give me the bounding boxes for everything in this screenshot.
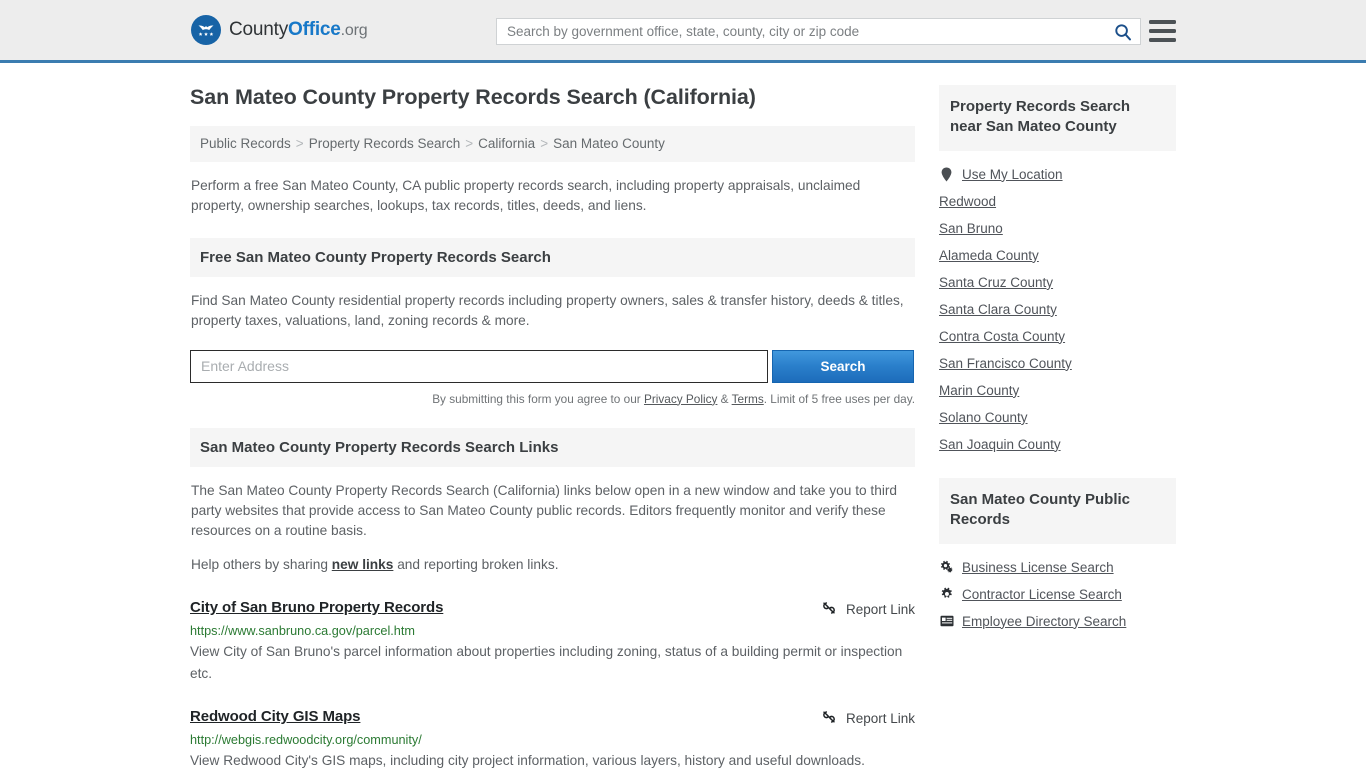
- breadcrumb-separator: >: [540, 136, 549, 151]
- address-input[interactable]: [190, 349, 768, 383]
- new-links-link[interactable]: new links: [332, 557, 394, 572]
- link-result-url[interactable]: http://webgis.redwoodcity.org/community/: [190, 733, 915, 747]
- disclaimer-amp: &: [717, 391, 732, 406]
- sidebar-item-marin-county[interactable]: Marin County: [939, 371, 1176, 398]
- hamburger-bar: [1149, 29, 1176, 33]
- report-link-button[interactable]: Report Link: [821, 599, 915, 619]
- site-logo[interactable]: CountyOffice.org: [191, 15, 368, 45]
- address-search-form: Search: [190, 349, 915, 383]
- cogs-icon: [939, 560, 954, 574]
- link-result-item: City of San Bruno Property Records Repor…: [190, 599, 915, 685]
- link-result-title[interactable]: Redwood City GIS Maps: [190, 708, 361, 725]
- help-others-text: Help others by sharing new links and rep…: [190, 555, 915, 575]
- sidebar-item-use-my-location[interactable]: Use My Location: [939, 151, 1176, 182]
- map-pin-icon: [939, 167, 954, 182]
- sidebar-link-label[interactable]: Santa Clara County: [939, 302, 1057, 317]
- sidebar-item-contractor-license-search[interactable]: Contractor License Search: [939, 575, 1176, 602]
- sidebar-public-records-list: Business License Search Contractor Licen…: [939, 544, 1176, 629]
- site-logo-text: CountyOffice.org: [229, 19, 368, 41]
- page-body: San Mateo County Property Records Search…: [0, 63, 1366, 768]
- sidebar-nearby-box: Property Records Search near San Mateo C…: [939, 85, 1176, 452]
- sidebar-item-san-francisco-county[interactable]: San Francisco County: [939, 344, 1176, 371]
- form-disclaimer: By submitting this form you agree to our…: [190, 392, 915, 406]
- logo-word-county: County: [229, 19, 289, 40]
- free-search-description: Find San Mateo County residential proper…: [191, 293, 904, 329]
- link-result-item: Redwood City GIS Maps Report Link http:/…: [190, 708, 915, 768]
- sidebar-nearby-heading: Property Records Search near San Mateo C…: [939, 85, 1176, 151]
- sidebar-item-alameda-county[interactable]: Alameda County: [939, 236, 1176, 263]
- site-header: CountyOffice.org: [0, 0, 1366, 63]
- sidebar-link-label[interactable]: Contractor License Search: [962, 587, 1122, 602]
- privacy-policy-link[interactable]: Privacy Policy: [644, 392, 717, 406]
- link-result-description: View Redwood City's GIS maps, including …: [190, 753, 865, 768]
- intro-paragraph: Perform a free San Mateo County, CA publ…: [191, 177, 861, 213]
- hamburger-bar: [1149, 20, 1176, 24]
- search-icon[interactable]: [1106, 19, 1140, 44]
- sidebar-link-label[interactable]: Employee Directory Search: [962, 614, 1126, 629]
- help-prefix: Help others by sharing: [191, 557, 332, 573]
- sidebar-link-label[interactable]: Use My Location: [962, 167, 1063, 182]
- sidebar-public-records-heading: San Mateo County Public Records: [939, 477, 1176, 544]
- county-office-badge-icon: [191, 15, 221, 45]
- terms-link[interactable]: Terms: [732, 392, 764, 406]
- links-section-heading: San Mateo County Property Records Search…: [190, 427, 915, 467]
- link-result-url[interactable]: https://www.sanbruno.ca.gov/parcel.htm: [190, 624, 915, 638]
- link-result-header: City of San Bruno Property Records Repor…: [190, 599, 915, 619]
- sidebar-item-santa-clara-county[interactable]: Santa Clara County: [939, 290, 1176, 317]
- hamburger-menu-icon[interactable]: [1149, 20, 1176, 42]
- sidebar-link-label[interactable]: Contra Costa County: [939, 329, 1065, 344]
- sidebar-item-redwood[interactable]: Redwood: [939, 182, 1176, 209]
- sidebar-link-label[interactable]: Solano County: [939, 410, 1028, 425]
- logo-word-office: Office: [288, 19, 341, 40]
- sidebar-item-business-license-search[interactable]: Business License Search: [939, 544, 1176, 575]
- content-container: San Mateo County Property Records Search…: [190, 63, 1176, 768]
- sidebar-link-label[interactable]: San Bruno: [939, 221, 1003, 236]
- breadcrumb-item-public-records[interactable]: Public Records: [200, 136, 291, 151]
- sidebar-link-label[interactable]: Santa Cruz County: [939, 275, 1053, 290]
- help-suffix: and reporting broken links.: [393, 557, 559, 573]
- sidebar-public-records-box: San Mateo County Public Records Business…: [939, 477, 1176, 629]
- links-section-description: The San Mateo County Property Records Se…: [191, 482, 898, 539]
- sidebar-link-label[interactable]: Business License Search: [962, 560, 1114, 575]
- sidebar-link-label[interactable]: San Joaquin County: [939, 437, 1061, 452]
- link-result-title[interactable]: City of San Bruno Property Records: [190, 599, 443, 616]
- id-card-icon: [939, 615, 954, 627]
- breadcrumb-separator: >: [465, 136, 474, 151]
- broken-link-icon: [821, 709, 837, 728]
- sidebar-item-employee-directory-search[interactable]: Employee Directory Search: [939, 602, 1176, 629]
- sidebar: Property Records Search near San Mateo C…: [939, 85, 1176, 768]
- breadcrumb: Public Records > Property Records Search > C…: [190, 126, 915, 162]
- broken-link-icon: [821, 600, 837, 619]
- disclaimer-suffix: . Limit of 5 free uses per day.: [763, 391, 915, 406]
- hamburger-bar: [1149, 38, 1176, 42]
- sidebar-link-label[interactable]: Marin County: [939, 383, 1019, 398]
- main-column: San Mateo County Property Records Search…: [190, 85, 915, 768]
- logo-word-org: .org: [340, 22, 368, 39]
- sidebar-link-label[interactable]: San Francisco County: [939, 356, 1072, 371]
- sidebar-link-label[interactable]: Alameda County: [939, 248, 1039, 263]
- report-link-label: Report Link: [845, 711, 915, 727]
- sidebar-item-san-joaquin-county[interactable]: San Joaquin County: [939, 425, 1176, 452]
- sidebar-link-label[interactable]: Redwood: [939, 194, 996, 209]
- sidebar-item-solano-county[interactable]: Solano County: [939, 398, 1176, 425]
- disclaimer-prefix: By submitting this form you agree to our: [432, 391, 644, 406]
- sidebar-nearby-list: Use My Location Redwood San Bruno Alamed…: [939, 151, 1176, 452]
- link-result-description: View City of San Bruno's parcel informat…: [190, 643, 903, 681]
- free-search-heading: Free San Mateo County Property Records S…: [190, 238, 915, 278]
- sidebar-item-santa-cruz-county[interactable]: Santa Cruz County: [939, 263, 1176, 290]
- breadcrumb-item-san-mateo-county[interactable]: San Mateo County: [553, 136, 665, 151]
- sidebar-item-san-bruno[interactable]: San Bruno: [939, 209, 1176, 236]
- breadcrumb-item-california[interactable]: California: [478, 136, 535, 151]
- sidebar-item-contra-costa-county[interactable]: Contra Costa County: [939, 317, 1176, 344]
- report-link-button[interactable]: Report Link: [821, 708, 915, 728]
- report-link-label: Report Link: [845, 601, 915, 617]
- global-search-bar[interactable]: [496, 18, 1141, 45]
- page-title: San Mateo County Property Records Search…: [190, 85, 756, 109]
- breadcrumb-item-property-records-search[interactable]: Property Records Search: [309, 136, 461, 151]
- global-search-input[interactable]: [497, 24, 1106, 39]
- link-result-header: Redwood City GIS Maps Report Link: [190, 708, 915, 728]
- breadcrumb-separator: >: [295, 136, 304, 151]
- address-search-button[interactable]: Search: [772, 349, 914, 383]
- gear-icon: [939, 587, 954, 601]
